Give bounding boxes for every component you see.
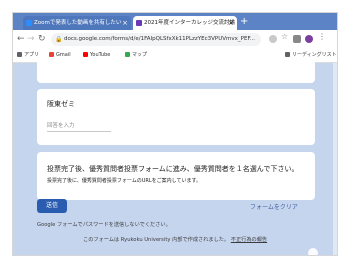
menu-icon[interactable]: ⋮ bbox=[318, 32, 326, 41]
share-icon[interactable] bbox=[269, 35, 277, 43]
star-icon[interactable]: ☆ bbox=[281, 32, 289, 41]
footer: このフォームは Ryukoku University 内部で作成されました。 不… bbox=[83, 236, 267, 243]
clear-form-button[interactable]: フォームをクリア bbox=[250, 202, 298, 211]
address-bar[interactable]: 🔒 docs.google.com/forms/d/e/1FAIpQLSfxXk… bbox=[51, 33, 261, 46]
question-title: 阪東ゼミ bbox=[47, 100, 75, 108]
extensions-icon[interactable] bbox=[293, 35, 301, 43]
scrollbar[interactable] bbox=[333, 63, 337, 255]
forms-favicon-icon bbox=[136, 20, 142, 26]
question-card: 阪東ゼミ 回答を入力 bbox=[37, 89, 315, 145]
reload-icon[interactable]: ↻ bbox=[38, 33, 46, 45]
browser-toolbar: ← → ↻ 🔒 docs.google.com/forms/d/e/1FAIpQ… bbox=[13, 30, 337, 49]
back-icon[interactable]: ← bbox=[17, 33, 25, 45]
apps-icon bbox=[17, 52, 22, 57]
lock-icon: 🔒 bbox=[55, 36, 63, 43]
zoom-favicon-icon bbox=[26, 20, 32, 26]
bookmark-apps[interactable]: アプリ bbox=[17, 49, 39, 62]
notice-card: 投票完了後、優秀質問者投票フォームに進み、優秀質問者を１名選んで下さい。 投票完… bbox=[37, 152, 315, 200]
gmail-icon bbox=[49, 52, 54, 57]
notice-subtext: 投票完了後に、優秀質問者投票フォームのURLをご案内しています。 bbox=[47, 178, 201, 184]
tab-bar: Zoomで発表した動画を共有したい × 2021年度インターカレッジ交流討論 ×… bbox=[13, 13, 337, 30]
form-page: 阪東ゼミ 回答を入力 投票完了後、優秀質問者投票フォームに進み、優秀質問者を１名… bbox=[13, 59, 337, 255]
forward-icon[interactable]: → bbox=[27, 33, 35, 45]
tab-google-form[interactable]: 2021年度インターカレッジ交流討論 × bbox=[133, 16, 237, 30]
new-tab-button[interactable]: + bbox=[240, 15, 248, 29]
form-card-top bbox=[37, 59, 315, 83]
footer-text: このフォームは Ryukoku University 内部で作成されました。 bbox=[83, 237, 230, 243]
maps-icon bbox=[125, 52, 130, 57]
report-abuse-link[interactable]: 不正行為の報告 bbox=[231, 237, 267, 243]
notice-text: 投票完了後、優秀質問者投票フォームに進み、優秀質問者を１名選んで下さい。 bbox=[47, 165, 299, 173]
browser-window: Zoomで発表した動画を共有したい × 2021年度インターカレッジ交流討論 ×… bbox=[12, 12, 338, 256]
tab-label: 2021年度インターカレッジ交流討論 bbox=[144, 20, 235, 26]
tab-label: Zoomで発表した動画を共有したい bbox=[34, 20, 122, 26]
answer-input[interactable]: 回答を入力 bbox=[47, 121, 111, 132]
url-text: docs.google.com/forms/d/e/1FAIpQLSfxXk11… bbox=[64, 36, 255, 42]
password-warning: Google フォームでパスワードを送信しないでください。 bbox=[37, 222, 171, 228]
youtube-icon bbox=[83, 52, 88, 57]
tab-close-icon[interactable]: × bbox=[122, 16, 128, 30]
tab-zoom[interactable]: Zoomで発表した動画を共有したい × bbox=[23, 16, 131, 30]
reading-list-icon bbox=[285, 52, 290, 57]
avatar[interactable] bbox=[305, 35, 313, 43]
submit-button[interactable]: 送信 bbox=[37, 199, 67, 213]
help-button[interactable] bbox=[308, 248, 318, 255]
tab-close-icon[interactable]: × bbox=[228, 16, 234, 30]
